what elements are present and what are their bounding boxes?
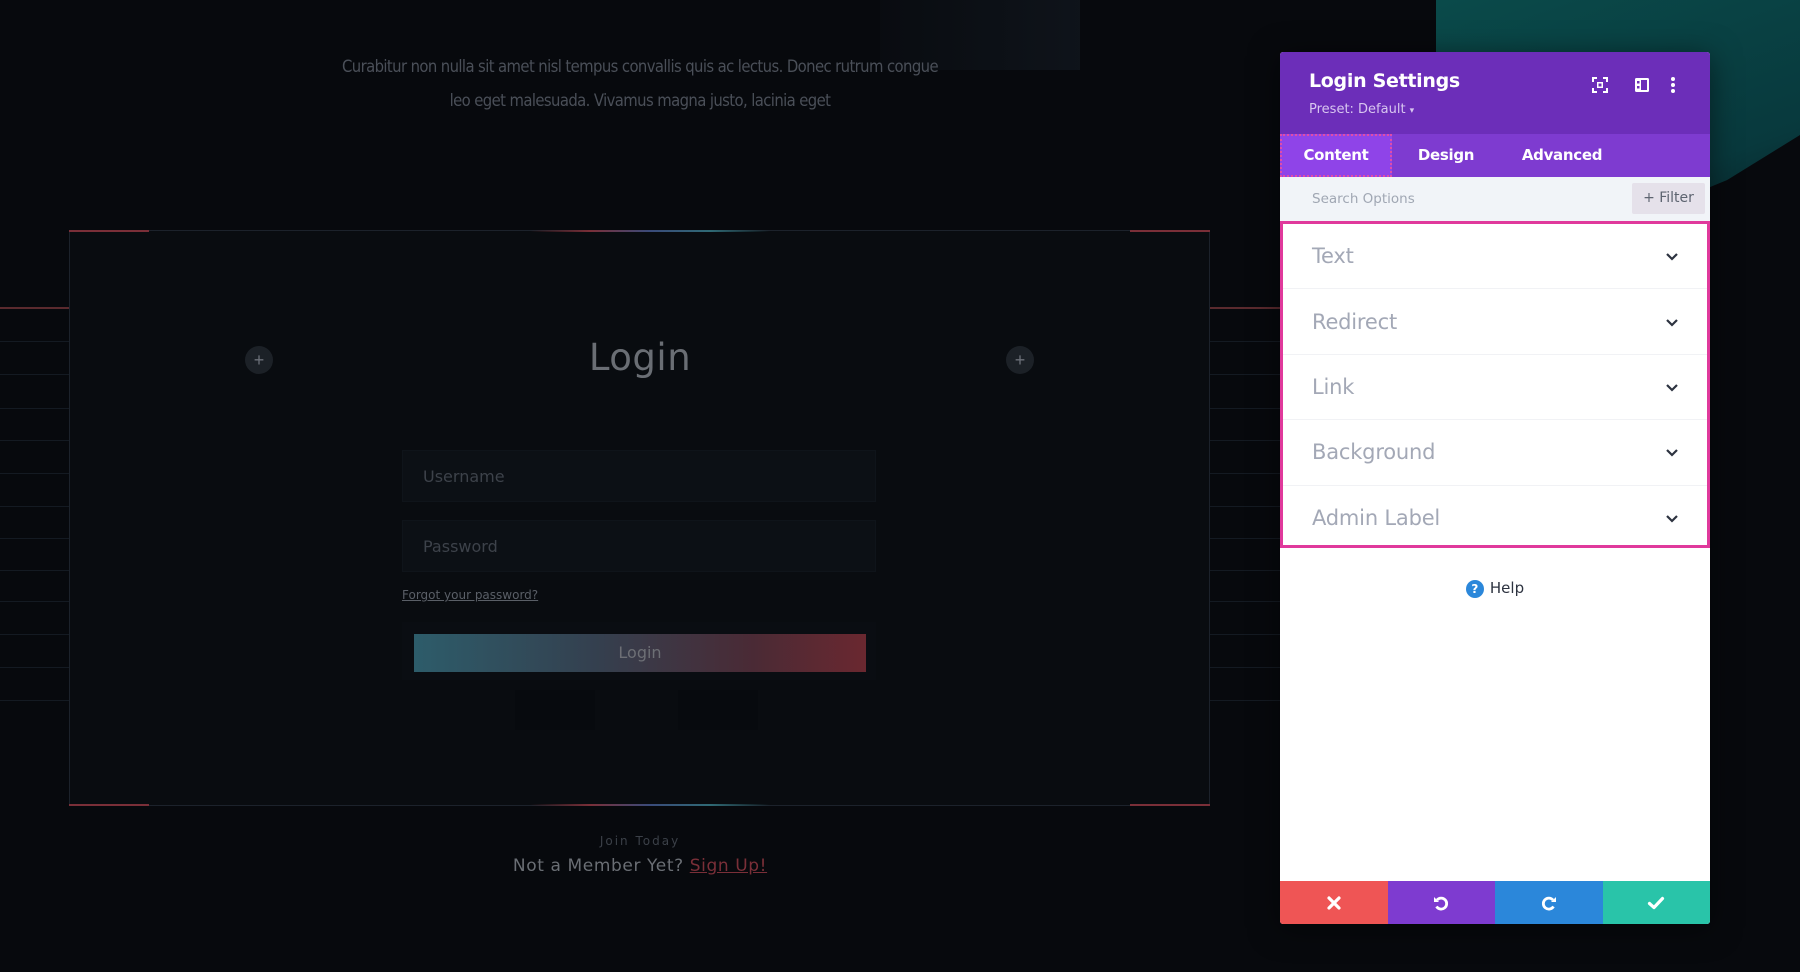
panel-title: Login Settings — [1309, 70, 1460, 92]
panel-footer — [1280, 881, 1710, 924]
toggle-label: Link — [1312, 374, 1355, 399]
forgot-password-link[interactable]: Forgot your password? — [402, 588, 538, 602]
password-input[interactable]: Password — [402, 520, 876, 572]
login-button-wrapper: Login — [402, 622, 876, 680]
redo-button[interactable] — [1495, 881, 1603, 924]
preset-dropdown[interactable]: Preset: Default ▾ — [1309, 102, 1414, 117]
member-prompt-text: Not a Member Yet? — [512, 856, 684, 876]
expand-icon[interactable] — [1590, 75, 1610, 95]
placeholder-block — [515, 690, 595, 730]
undo-button[interactable] — [1387, 881, 1495, 924]
caret-down-icon: ▾ — [1409, 106, 1415, 116]
discard-button[interactable] — [1280, 881, 1388, 924]
chevron-down-icon — [1666, 515, 1678, 523]
tab-content[interactable]: Content — [1280, 134, 1392, 177]
undo-icon — [1434, 896, 1449, 910]
member-prompt: Not a Member Yet? Sign Up! — [0, 856, 1280, 876]
toggle-text[interactable]: Text — [1283, 224, 1707, 290]
join-today-label: Join Today — [599, 834, 681, 848]
tab-advanced[interactable]: Advanced — [1500, 134, 1624, 177]
chevron-down-icon — [1666, 384, 1678, 392]
help-button[interactable]: ? Help — [1280, 579, 1710, 598]
save-button[interactable] — [1602, 881, 1710, 924]
center-accent — [530, 804, 770, 806]
login-title: Login — [588, 336, 692, 379]
username-input[interactable]: Username — [402, 450, 876, 502]
toggle-label: Text — [1312, 244, 1354, 269]
help-icon: ? — [1465, 579, 1484, 598]
toggle-label: Background — [1312, 440, 1436, 465]
more-options-icon[interactable] — [1663, 75, 1683, 95]
toggle-background[interactable]: Background — [1283, 420, 1707, 486]
login-submit-button[interactable]: Login — [414, 634, 866, 672]
toggle-label: Redirect — [1312, 309, 1398, 334]
placeholder-block — [678, 690, 758, 730]
chevron-down-icon — [1666, 318, 1678, 327]
check-icon — [1648, 896, 1665, 909]
preset-label: Preset: Default — [1309, 102, 1406, 117]
panel-header: Login Settings Preset: Default ▾ — [1280, 52, 1710, 134]
option-groups: Text Redirect Link Background Admin Labe… — [1280, 221, 1710, 548]
search-row: + Filter — [1280, 177, 1710, 221]
tab-design[interactable]: Design — [1392, 134, 1500, 177]
filter-button[interactable]: + Filter — [1632, 183, 1705, 214]
corner-accent — [1130, 230, 1210, 232]
corner-accent — [1130, 804, 1210, 806]
close-icon — [1327, 895, 1341, 910]
corner-accent — [69, 230, 149, 232]
login-module-container — [69, 230, 1210, 806]
chevron-down-icon — [1666, 449, 1678, 457]
split-view-icon[interactable] — [1632, 75, 1652, 95]
help-label: Help — [1489, 579, 1525, 597]
corner-accent — [69, 804, 149, 806]
sign-up-link[interactable]: Sign Up! — [690, 856, 767, 876]
chevron-down-icon — [1666, 253, 1678, 261]
center-accent — [530, 230, 770, 232]
search-options-input[interactable] — [1280, 177, 1630, 221]
toggle-admin-label[interactable]: Admin Label — [1283, 486, 1707, 551]
toggle-redirect[interactable]: Redirect — [1283, 289, 1707, 355]
toggle-label: Admin Label — [1312, 506, 1441, 531]
intro-text: Curabitur non nulla sit amet nisl tempus… — [342, 57, 939, 110]
panel-tabs: Content Design Advanced — [1280, 134, 1710, 177]
toggle-link[interactable]: Link — [1283, 355, 1707, 421]
login-settings-panel: Login Settings Preset: Default ▾ Content… — [1280, 52, 1710, 924]
redo-icon — [1541, 896, 1556, 910]
